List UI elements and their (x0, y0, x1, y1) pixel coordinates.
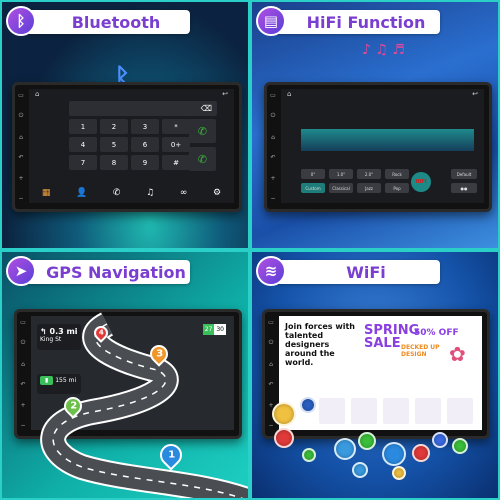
call-button[interactable]: ✆ (189, 119, 216, 143)
app-icon[interactable] (432, 432, 448, 448)
category-card[interactable] (351, 398, 377, 424)
road-illustration (40, 312, 248, 498)
back-icon[interactable]: ↩ (222, 90, 228, 98)
home-icon[interactable]: ⌂ (35, 90, 39, 98)
bluetooth-icon: ᛒ (6, 6, 36, 36)
preset-button[interactable]: Jazz (357, 183, 381, 193)
default-button[interactable]: Default (451, 169, 477, 179)
dialer-display: ⌂↩ ⌫ 1 2 3 * 4 5 6 0+ 7 8 9 # ✆ ✆ ▦ 👤 ✆ (29, 89, 234, 203)
app-icon[interactable] (358, 432, 376, 450)
equalizer-icon: ▤ (256, 6, 286, 36)
head-unit-screen: ▭ ⏻ ⌂ ↶ + − ⌂ ↩ ⌫ 1 2 3 * 4 5 6 0+ 7 8 9 # ✆ ✆… (12, 82, 242, 212)
wifi-icon: ≋ (256, 256, 286, 286)
key[interactable]: 5 (100, 137, 128, 152)
home-icon[interactable]: ⌂ (287, 90, 291, 98)
flower-illustration: ✿ (449, 342, 466, 366)
panel-title: HiFi Function (306, 12, 426, 32)
headline: Join forces with talented designers arou… (285, 322, 355, 367)
music-notes-icon: ♪ ♫ ♬ (362, 42, 405, 58)
keypad: 1 2 3 * 4 5 6 0+ 7 8 9 # (69, 119, 190, 170)
key[interactable]: 3 (131, 119, 159, 134)
hifi-panel: ▤ HiFi Function ♪ ♫ ♬ ▭ ⏻ ⌂ ↶ + − ⌂ ↩ 0° 1.0° … (250, 0, 500, 250)
web-page[interactable]: Join forces with talented designers arou… (279, 316, 482, 430)
app-icon[interactable] (352, 462, 368, 478)
hangup-button[interactable]: ✆ (189, 147, 216, 171)
category-card[interactable] (383, 398, 409, 424)
status-bar: ⌂ ↩ (281, 89, 484, 99)
tagline: DECKED UP DESIGN (401, 344, 440, 358)
bt-dock: ▦ 👤 ✆ ♫ ∞ ⚙ (29, 183, 234, 203)
preset-button[interactable]: Pop (385, 183, 409, 193)
back-icon[interactable]: ↩ (472, 90, 478, 98)
panel-title: Bluetooth (71, 12, 161, 32)
key[interactable]: 9 (131, 155, 159, 170)
balance-button[interactable]: ●● (451, 183, 477, 193)
key[interactable]: 0+ (162, 137, 190, 152)
category-card[interactable] (447, 398, 473, 424)
hifi-badge-button[interactable]: HIFI (411, 172, 431, 192)
key[interactable]: # (162, 155, 190, 170)
bluetooth-badge: ᛒ Bluetooth (6, 6, 190, 36)
category-list (319, 398, 473, 424)
key[interactable]: 1 (69, 119, 97, 134)
head-unit-screen: ▭ ⏻ ⌂ ↶ + − Join forces with talented designe… (262, 309, 490, 439)
app-icon[interactable] (300, 397, 316, 413)
app-icon[interactable] (272, 402, 296, 426)
key[interactable]: 4 (69, 137, 97, 152)
preset-button[interactable]: 1.0° (329, 169, 353, 179)
preset-button[interactable]: Classical (329, 183, 353, 193)
bluetooth-panel: ᛒ Bluetooth ᛒ ▭ ⏻ ⌂ ↶ + − ⌂ ↩ ⌫ 1 2 3 * 4 5 6 … (0, 0, 250, 250)
contacts-icon[interactable]: 👤 (76, 188, 87, 198)
preset-button[interactable]: Custom (301, 183, 325, 193)
key[interactable]: * (162, 119, 190, 134)
link-icon[interactable]: ∞ (180, 188, 188, 198)
backspace-icon[interactable]: ⌫ (201, 104, 212, 113)
app-icon[interactable] (392, 466, 406, 480)
feature-grid: ᛒ Bluetooth ᛒ ▭ ⏻ ⌂ ↶ + − ⌂ ↩ ⌫ 1 2 3 * 4 5 6 … (0, 0, 500, 500)
key[interactable]: 7 (69, 155, 97, 170)
equalizer-display: ⌂ ↩ 0° 1.0° 2.0° Rock Custom Classical Ja… (281, 89, 484, 203)
app-icon[interactable] (382, 442, 406, 466)
app-icon[interactable] (334, 438, 356, 460)
equalizer-bands[interactable] (301, 129, 474, 151)
key[interactable]: 2 (100, 119, 128, 134)
side-buttons[interactable]: ▭ ⏻ ⌂ ↶ + − (267, 85, 279, 209)
app-icon[interactable] (302, 448, 316, 462)
preset-button[interactable]: Rock (385, 169, 409, 179)
app-icon[interactable] (452, 438, 468, 454)
app-icon[interactable] (412, 444, 430, 462)
hifi-badge: ▤ HiFi Function (256, 6, 440, 36)
key[interactable]: 8 (100, 155, 128, 170)
category-card[interactable] (319, 398, 345, 424)
eq-presets: 0° 1.0° 2.0° Rock Custom Classical Jazz … (301, 169, 409, 193)
side-buttons[interactable]: ▭ ⏻ ⌂ ↶ + − (15, 85, 27, 209)
keypad-icon[interactable]: ▦ (42, 188, 51, 198)
preset-button[interactable]: 0° (301, 169, 325, 179)
head-unit-screen: ▭ ⏻ ⌂ ↶ + − ⌂ ↩ 0° 1.0° 2.0° Rock Custom Class… (264, 82, 492, 212)
dial-input[interactable]: ⌫ (69, 101, 217, 116)
call-log-icon[interactable]: ✆ (113, 188, 121, 198)
category-card[interactable] (415, 398, 441, 424)
key[interactable]: 6 (131, 137, 159, 152)
wifi-panel: ≋ WiFi ▭ ⏻ ⌂ ↶ + − Join forces with talented … (250, 250, 500, 500)
panel-title: WiFi (346, 262, 386, 282)
music-icon[interactable]: ♫ (146, 188, 154, 198)
navigation-icon: ➤ (6, 256, 36, 286)
status-bar: ⌂ ↩ (29, 89, 234, 99)
app-icon[interactable] (274, 428, 294, 448)
wifi-badge: ≋ WiFi (256, 256, 440, 286)
gps-panel: ➤ GPS Navigation ▭ ⏻ ⌂ ↶ + − ↰ 0.3 mi King St… (0, 250, 250, 500)
discount-text: 50% OFF (414, 328, 459, 338)
settings-icon[interactable]: ⚙ (213, 188, 221, 198)
preset-button[interactable]: 2.0° (357, 169, 381, 179)
